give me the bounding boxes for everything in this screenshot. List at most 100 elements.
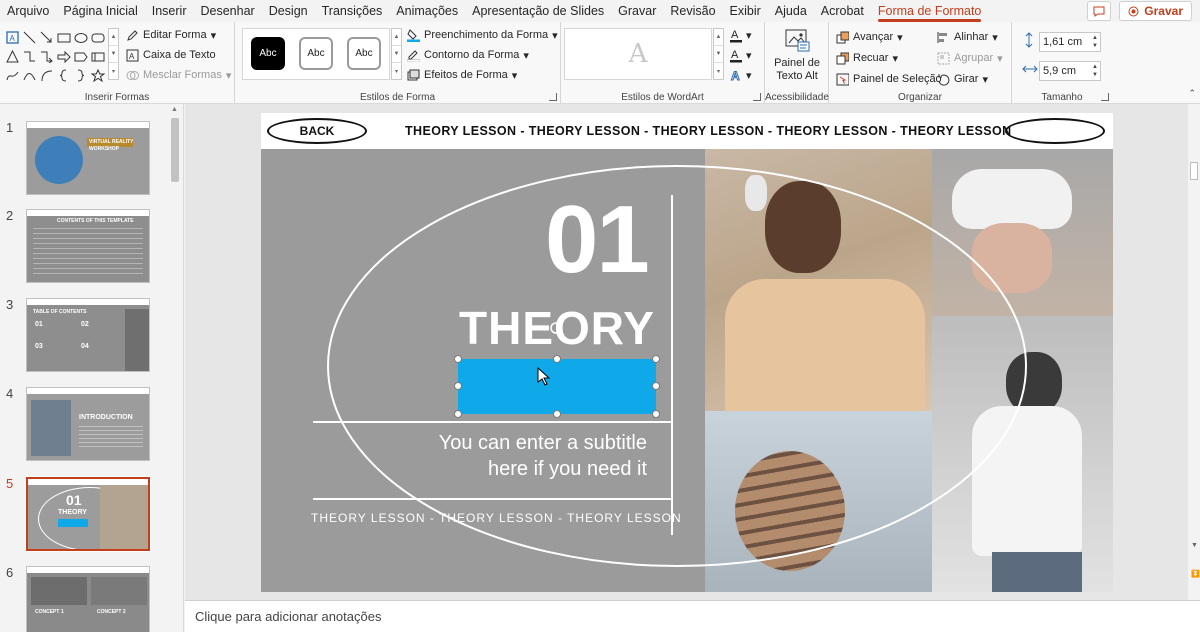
thumbnail-row[interactable]: 1 VIRTUAL REALITY WORKSHOP [0, 120, 170, 198]
align-button[interactable]: Alinhar ▾ [937, 28, 998, 46]
edit-shape-button[interactable]: Editar Forma ▾ [126, 26, 216, 44]
selected-blue-rectangle[interactable] [458, 359, 656, 414]
style-chip-outline[interactable]: Abc [299, 37, 333, 70]
shape-height-field[interactable]: 1,61 cm ▲ ▼ [1039, 32, 1101, 52]
slide-thumbnail[interactable]: INTRODUCTION [26, 387, 150, 461]
shape-width-field[interactable]: 5,9 cm ▲ ▼ [1039, 61, 1101, 81]
wordart-launcher[interactable] [753, 93, 761, 101]
tab-forma-de-formato[interactable]: Forma de Formato [871, 0, 989, 22]
scroll-down-icon[interactable]: ▼ [1191, 542, 1198, 549]
scroll-up-icon[interactable]: ▲ [171, 106, 178, 113]
shape-outline-button[interactable]: Contorno da Forma ▾ [407, 46, 529, 64]
slide-subtitle[interactable]: You can enter a subtitle here if you nee… [411, 430, 647, 482]
shape-styles-scroll[interactable]: ▲ ▼ ▾ [391, 28, 402, 80]
header-ticker-text[interactable]: THEORY LESSON - THEORY LESSON - THEORY L… [405, 124, 1012, 138]
shape-styles-launcher[interactable] [549, 93, 557, 101]
send-backward-button[interactable]: Recuar ▾ [836, 49, 898, 67]
record-button[interactable]: Gravar [1119, 1, 1192, 21]
thumbnails-scroll-thumb[interactable] [171, 118, 179, 182]
tab-pagina-inicial[interactable]: Página Inicial [56, 0, 144, 22]
tab-desenhar[interactable]: Desenhar [193, 0, 261, 22]
tab-ajuda[interactable]: Ajuda [768, 0, 814, 22]
tab-inserir[interactable]: Inserir [145, 0, 194, 22]
collapse-ribbon-icon[interactable]: ⌃ [1188, 88, 1196, 99]
tab-arquivo[interactable]: Arquivo [0, 0, 56, 22]
selection-pane-button[interactable]: Painel de Seleção [836, 70, 942, 88]
thumbnail-row[interactable]: 2 CONTENTS OF THIS TEMPLATE [0, 208, 170, 286]
arc-shape-icon[interactable] [38, 66, 55, 85]
resize-handle-left[interactable] [454, 382, 462, 390]
resize-handle-top-right[interactable] [652, 355, 660, 363]
section-number[interactable]: 01 [545, 192, 650, 288]
rotate-button[interactable]: Girar ▾ [937, 70, 988, 88]
resize-handle-bottom[interactable] [553, 410, 561, 418]
slide-thumbnail[interactable]: CONTENTS OF THIS TEMPLATE [26, 209, 150, 283]
tab-animacoes[interactable]: Animações [389, 0, 465, 22]
current-slide[interactable]: 01 THEORY You can enter a subtitle here … [261, 113, 1113, 592]
height-spinner[interactable]: ▲ ▼ [1092, 34, 1098, 50]
size-launcher[interactable] [1101, 93, 1109, 101]
resize-handle-top-left[interactable] [454, 355, 462, 363]
text-box-shape-icon[interactable]: A [4, 28, 21, 47]
shape-fill-button[interactable]: Preenchimento da Forma ▾ [407, 26, 558, 44]
notes-pane[interactable]: Clique para adicionar anotações [185, 600, 1200, 632]
alt-text-button[interactable]: Painel de Texto Alt [765, 28, 829, 83]
resize-handle-bottom-right[interactable] [652, 410, 660, 418]
elbow-arrow-shape-icon[interactable] [38, 47, 55, 66]
curve-shape-icon[interactable] [21, 66, 38, 85]
bring-forward-button[interactable]: Avançar ▾ [836, 28, 903, 46]
empty-oval-button[interactable] [1005, 118, 1105, 144]
back-oval-button[interactable]: BACK [267, 118, 367, 144]
canvas-scroll-thumb[interactable] [1190, 162, 1198, 180]
rectangle-shape-icon[interactable] [55, 28, 72, 47]
tab-design[interactable]: Design [262, 0, 315, 22]
star-shape-icon[interactable] [89, 66, 106, 85]
flowchart-shape-icon[interactable] [89, 47, 106, 66]
shape-effects-button[interactable]: Efeitos de Forma ▾ [407, 66, 517, 84]
line-shape-icon[interactable] [21, 28, 38, 47]
thumbnail-row[interactable]: 4 INTRODUCTION [0, 386, 170, 464]
rounded-rect-shape-icon[interactable] [89, 28, 106, 47]
slide-thumbnail[interactable]: TABLE OF CONTENTS 01 02 03 04 [26, 298, 150, 372]
elbow-line-shape-icon[interactable] [21, 47, 38, 66]
arrow-line-shape-icon[interactable] [38, 28, 55, 47]
wordart-gallery[interactable]: A [564, 28, 712, 80]
width-spinner[interactable]: ▲ ▼ [1092, 63, 1098, 79]
rotate-handle-icon[interactable] [549, 321, 563, 335]
resize-handle-top[interactable] [553, 355, 561, 363]
thumbnail-row[interactable]: 3 TABLE OF CONTENTS 01 02 03 04 [0, 297, 170, 375]
freeform-shape-icon[interactable] [4, 66, 21, 85]
brace-left-shape-icon[interactable] [55, 66, 72, 85]
bottom-ticker-text[interactable]: THEORY LESSON - THEORY LESSON - THEORY L… [311, 511, 682, 525]
thumbnails-scrollbar[interactable]: ▲ [168, 104, 182, 632]
slide-thumbnail[interactable]: CONCEPT 1 CONCEPT 2 [26, 566, 150, 632]
tab-gravar[interactable]: Gravar [611, 0, 663, 22]
text-box-button[interactable]: A Caixa de Texto [126, 46, 216, 64]
merge-shapes-button[interactable]: Mesclar Formas ▾ [126, 66, 231, 84]
right-arrow-shape-icon[interactable] [55, 47, 72, 66]
tab-transicoes[interactable]: Transições [315, 0, 390, 22]
thumbnail-row[interactable]: 6 CONCEPT 1 CONCEPT 2 [0, 565, 170, 632]
next-slide-icon[interactable]: ⏬ [1191, 570, 1200, 578]
canvas-vertical-scrollbar[interactable]: ▼ ⏬ [1188, 104, 1200, 600]
tab-acrobat[interactable]: Acrobat [814, 0, 871, 22]
style-chip-black[interactable]: Abc [251, 37, 285, 70]
text-effects-button[interactable]: A ▾ [729, 66, 752, 84]
slide-thumbnail-current[interactable]: 01 THEORY [25, 476, 151, 552]
text-fill-button[interactable]: A ▾ [729, 26, 752, 44]
comments-button[interactable] [1087, 1, 1112, 21]
tab-revisao[interactable]: Revisão [663, 0, 722, 22]
wordart-gallery-scroll[interactable]: ▲ ▼ ▾ [713, 28, 724, 80]
brace-right-shape-icon[interactable] [72, 66, 89, 85]
pentagon-arrow-shape-icon[interactable] [72, 47, 89, 66]
shape-styles-gallery[interactable]: Abc Abc Abc [242, 28, 390, 80]
slide-thumbnail[interactable]: VIRTUAL REALITY WORKSHOP [26, 121, 150, 195]
tab-exibir[interactable]: Exibir [723, 0, 768, 22]
tab-apresentacao[interactable]: Apresentação de Slides [465, 0, 611, 22]
resize-handle-bottom-left[interactable] [454, 410, 462, 418]
shapes-gallery-scroll[interactable]: ▲ ▼ ▾ [108, 28, 119, 80]
resize-handle-right[interactable] [652, 382, 660, 390]
oval-shape-icon[interactable] [72, 28, 89, 47]
group-button[interactable]: Agrupar ▾ [937, 49, 1003, 67]
style-chip-outline-2[interactable]: Abc [347, 37, 381, 70]
